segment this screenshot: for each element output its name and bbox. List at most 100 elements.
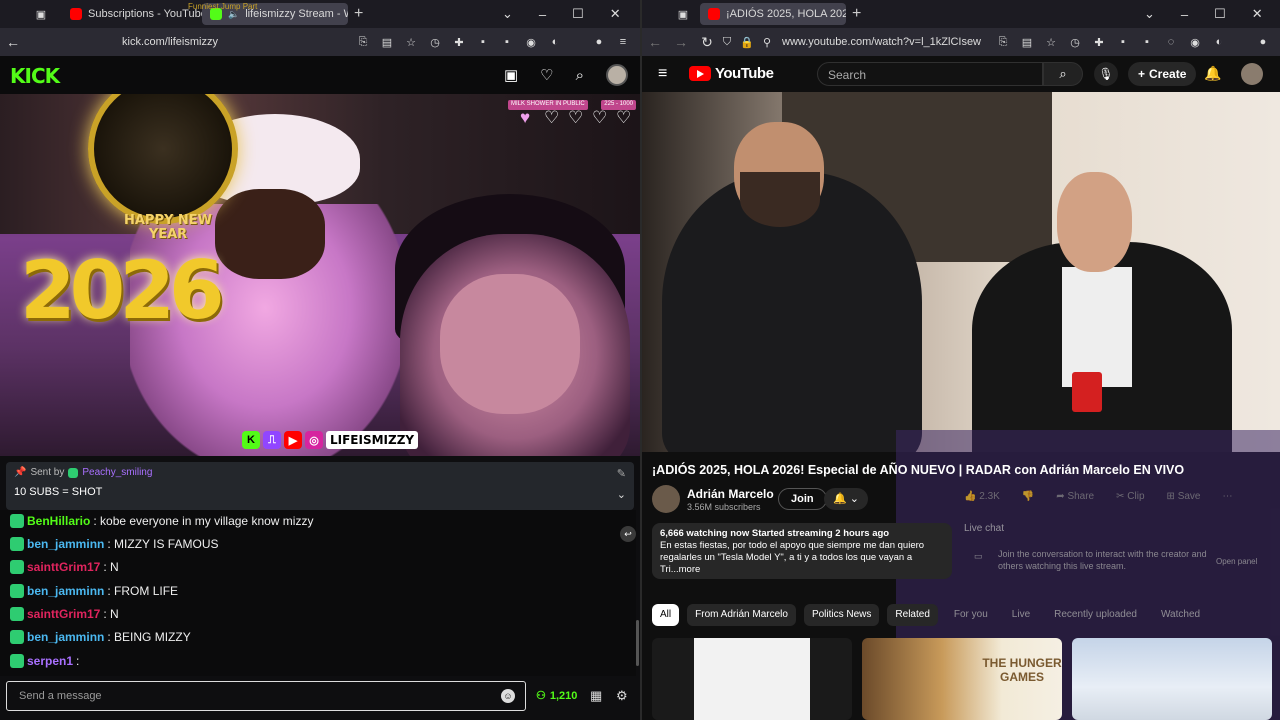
chat-username[interactable]: serpen1 <box>27 654 73 668</box>
like-button[interactable]: 👍 2.3K <box>964 491 1000 502</box>
kick-video-player[interactable]: MILK SHOWER IN PUBLIC 225 - 1000 ♥ ♡ ♡ ♡ ♡ H… <box>0 94 640 456</box>
avatar[interactable] <box>606 64 628 86</box>
extension-icon[interactable]: ▪ <box>1116 35 1130 49</box>
filter-chip[interactable]: From Adrián Marcelo <box>687 604 796 626</box>
share-button[interactable]: ➦ Share <box>1056 491 1094 502</box>
chevron-down-icon[interactable]: ⌄ <box>1144 6 1155 22</box>
extension-icon[interactable]: ▪ <box>500 35 514 49</box>
menu-icon[interactable]: ≡ <box>616 35 630 49</box>
extension-icon[interactable]: ◐ <box>1212 35 1226 49</box>
extension-icon[interactable]: ◉ <box>1188 35 1202 49</box>
permissions-icon[interactable]: ⚲ <box>760 35 774 49</box>
url-text[interactable]: www.youtube.com/watch?v=l_1kZlCIsew <box>782 36 981 48</box>
forward-icon[interactable]: → <box>668 34 694 50</box>
tab-subscriptions[interactable]: Subscriptions - YouTube <box>62 3 202 25</box>
tab-youtube-video[interactable]: ¡ADIÓS 2025, HOLA 2026! E ✕ <box>700 3 846 25</box>
chat-input[interactable]: Send a message ☺ <box>6 681 526 711</box>
chat-username[interactable]: ben_jamminn <box>27 537 104 551</box>
maximize-icon[interactable]: ☐ <box>572 6 584 22</box>
save-button[interactable]: ⊞ Save <box>1167 491 1201 502</box>
shield-icon[interactable]: ⛉ <box>720 35 734 49</box>
extension-icon[interactable]: ✚ <box>452 35 466 49</box>
reader-icon[interactable]: ▤ <box>1020 35 1034 49</box>
heart-icon[interactable]: ♡ <box>540 66 553 84</box>
clip-button[interactable]: ✂ Clip <box>1116 491 1144 502</box>
gear-icon[interactable]: ⚙ <box>616 688 628 704</box>
join-button[interactable]: Join <box>778 488 827 510</box>
subscribe-bell-button[interactable]: 🔔 ⌄ <box>824 488 868 510</box>
minimize-icon[interactable]: – <box>1181 7 1188 22</box>
new-tab-button[interactable]: + <box>354 5 363 23</box>
account-icon[interactable]: ● <box>1256 35 1270 49</box>
reload-icon[interactable]: ↻ <box>694 34 720 51</box>
hamburger-menu-icon[interactable]: ≡ <box>658 65 667 83</box>
chat-username[interactable]: sainttGrim17 <box>27 560 100 574</box>
chat-scrollbar[interactable] <box>636 620 639 666</box>
filter-chip[interactable]: For you <box>946 604 996 626</box>
close-icon[interactable]: ✕ <box>610 6 621 22</box>
clip-label: Clip <box>1127 491 1145 502</box>
filter-chip[interactable]: Recently uploaded <box>1046 604 1145 626</box>
minimize-icon[interactable]: – <box>539 7 546 22</box>
filter-chip[interactable]: Watched <box>1153 604 1208 626</box>
tab-list-icon[interactable]: ▣ <box>676 7 690 21</box>
back-icon[interactable]: ← <box>642 34 668 50</box>
history-icon[interactable]: ◷ <box>428 35 442 49</box>
youtube-video-player[interactable] <box>642 92 1280 452</box>
channel-name[interactable]: Adrián Marcelo <box>687 487 774 501</box>
channel-avatar[interactable] <box>652 485 680 513</box>
url-text[interactable]: kick.com/lifeismizzy <box>122 36 218 48</box>
chat-username[interactable]: ben_jamminn <box>27 584 104 598</box>
filter-chip[interactable]: Politics News <box>803 604 880 626</box>
search-input[interactable]: Search <box>817 62 1043 86</box>
avatar[interactable] <box>1241 63 1263 85</box>
microphone-icon[interactable]: 🎙 <box>1094 62 1118 86</box>
bookmark-star-icon[interactable]: ☆ <box>1044 35 1058 49</box>
extension-icon[interactable]: ◌ <box>1164 35 1178 49</box>
reader-icon[interactable]: ▤ <box>380 35 394 49</box>
screenshot-icon[interactable]: ⎘ <box>996 35 1010 49</box>
reply-icon[interactable]: ↩ <box>620 526 636 542</box>
chat-username[interactable]: sainttGrim17 <box>27 607 100 621</box>
extension-icon[interactable]: ▪ <box>1140 35 1154 49</box>
search-icon[interactable]: ⌕ <box>576 67 584 84</box>
pinned-sender[interactable]: Peachy_smiling <box>82 467 152 478</box>
chevron-down-icon[interactable]: ⌄ <box>502 6 513 22</box>
video-thumbnail[interactable] <box>1072 638 1272 720</box>
chat-username[interactable]: BenHillario <box>27 514 90 528</box>
search-icon[interactable]: ⌕ <box>1043 62 1083 86</box>
more-icon[interactable]: ⋯ <box>1223 491 1233 502</box>
bookmark-star-icon[interactable]: ☆ <box>404 35 418 49</box>
history-icon[interactable]: ◷ <box>1068 35 1082 49</box>
back-icon[interactable]: ← <box>0 34 26 50</box>
extension-icon[interactable]: ◐ <box>548 35 562 49</box>
video-thumbnail[interactable] <box>652 638 852 720</box>
youtube-logo[interactable]: YouTube <box>689 65 774 82</box>
kick-logo[interactable]: KICK <box>10 64 60 88</box>
close-icon[interactable]: ✕ <box>1252 6 1263 22</box>
extension-icon[interactable]: ◉ <box>524 35 538 49</box>
maximize-icon[interactable]: ☐ <box>1214 6 1226 22</box>
video-thumbnail[interactable]: THE HUNGER GAMES <box>862 638 1062 720</box>
description-box[interactable]: 6,666 watching now Started streaming 2 h… <box>652 523 952 579</box>
filter-chip[interactable]: Live <box>1004 604 1038 626</box>
filter-chip[interactable]: All <box>652 604 680 626</box>
emoji-icon[interactable]: ☺ <box>501 689 515 703</box>
screenshot-icon[interactable]: ⎘ <box>356 35 370 49</box>
filter-chip[interactable]: Related <box>887 604 938 626</box>
chat-username[interactable]: ben_jamminn <box>27 630 104 644</box>
chevron-down-icon[interactable]: ⌄ <box>617 488 626 501</box>
extension-icon[interactable]: ▪ <box>476 35 490 49</box>
open-panel-button[interactable]: Open panel <box>1216 557 1257 566</box>
tab-list-icon[interactable]: ▣ <box>34 7 48 21</box>
unpin-icon[interactable]: ✎ <box>617 467 626 480</box>
account-icon[interactable]: ● <box>592 35 606 49</box>
create-button[interactable]: + Create <box>1128 62 1197 86</box>
notifications-bell-icon[interactable]: 🔔 <box>1204 65 1221 82</box>
new-tab-button[interactable]: + <box>852 5 861 23</box>
pinned-message[interactable]: 📌 Sent by Peachy_smiling 10 SUBS = SHOT … <box>6 462 634 510</box>
library-icon[interactable]: ▣ <box>504 66 518 84</box>
extension-icon[interactable]: ✚ <box>1092 35 1106 49</box>
dislike-icon[interactable]: 👎 <box>1022 491 1034 502</box>
store-icon[interactable]: ▦ <box>590 688 602 704</box>
